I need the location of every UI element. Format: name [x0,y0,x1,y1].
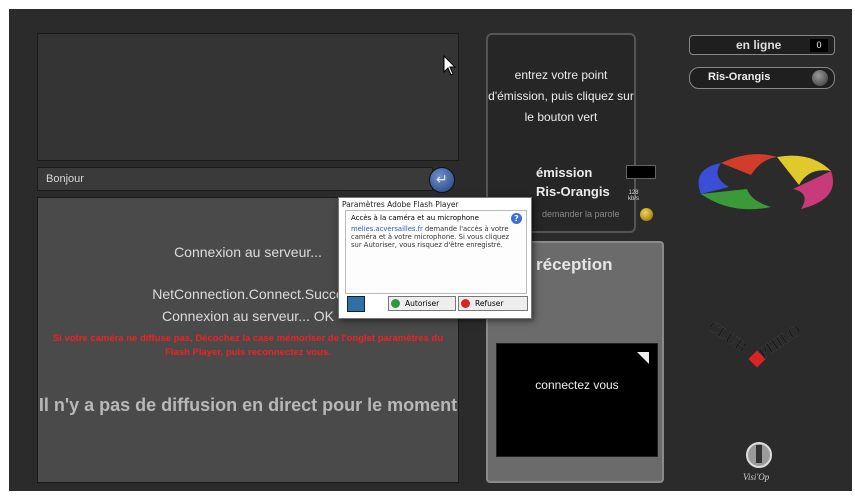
enter-icon: ↵ [436,171,448,187]
online-count: 0 [810,39,828,52]
club-philo-logo: CLUB PHILO [705,318,805,368]
corner-triangle-icon [637,352,649,364]
ask-word-button[interactable] [640,208,653,221]
club-text: CLUB [705,318,750,356]
emission-title: émission [536,165,593,180]
chat-log[interactable] [37,33,459,161]
emission-instructions: entrez votre point d'émission, puis cliq… [488,68,634,124]
city-selector[interactable]: Ris-Orangis [689,67,835,89]
deny-label: Refuser [475,299,504,308]
dialog-content: Accès à la caméra et au microphone ? mel… [345,210,527,294]
dialog-heading: Accès à la caméra et au microphone [351,214,479,222]
dialog-body: melies.acversailles.fr demande l'accès à… [351,225,521,249]
reception-video[interactable]: connectez vous [496,343,658,457]
help-icon[interactable]: ? [511,213,522,224]
knob-icon[interactable] [812,70,828,86]
check-icon [391,299,400,308]
send-button[interactable]: ↵ [429,167,455,193]
reception-title: réception [536,255,613,274]
camera-warning: Si votre caméra ne diffuse pas, Décochez… [52,333,444,358]
chat-input[interactable]: Bonjour [37,167,433,191]
mouse-cursor-icon [443,54,457,82]
dialog-domain: melies.acversailles.fr [351,225,423,233]
connect-prompt: connectez vous [535,378,619,392]
dialog-title: Paramètres Adobe Flash Player [342,200,459,209]
no-stream-message: Il n'y a pas de diffusion en direct pour… [38,395,458,415]
flash-settings-icon[interactable] [347,296,365,312]
city-label: Ris-Orangis [708,71,771,83]
bitrate-label: 128 kb/s [628,190,640,202]
philo-text: PHILO [756,322,805,362]
deny-button[interactable]: Refuser [458,296,528,311]
visiop-text: Visi'Op [743,472,770,482]
minus-icon [461,299,470,308]
online-label: en ligne [736,38,782,52]
emission-level-meter [626,165,656,179]
swirl-logo [698,154,833,210]
emission-city: Ris-Orangis [536,184,610,199]
allow-button[interactable]: Autoriser [388,296,456,311]
flash-permission-dialog: Paramètres Adobe Flash Player Accès à la… [338,197,532,319]
visiop-logo: Visi'Op [743,442,772,482]
ask-word-label: demander la parole [542,209,620,219]
allow-label: Autoriser [405,299,440,308]
online-counter: en ligne 0 [689,35,835,55]
